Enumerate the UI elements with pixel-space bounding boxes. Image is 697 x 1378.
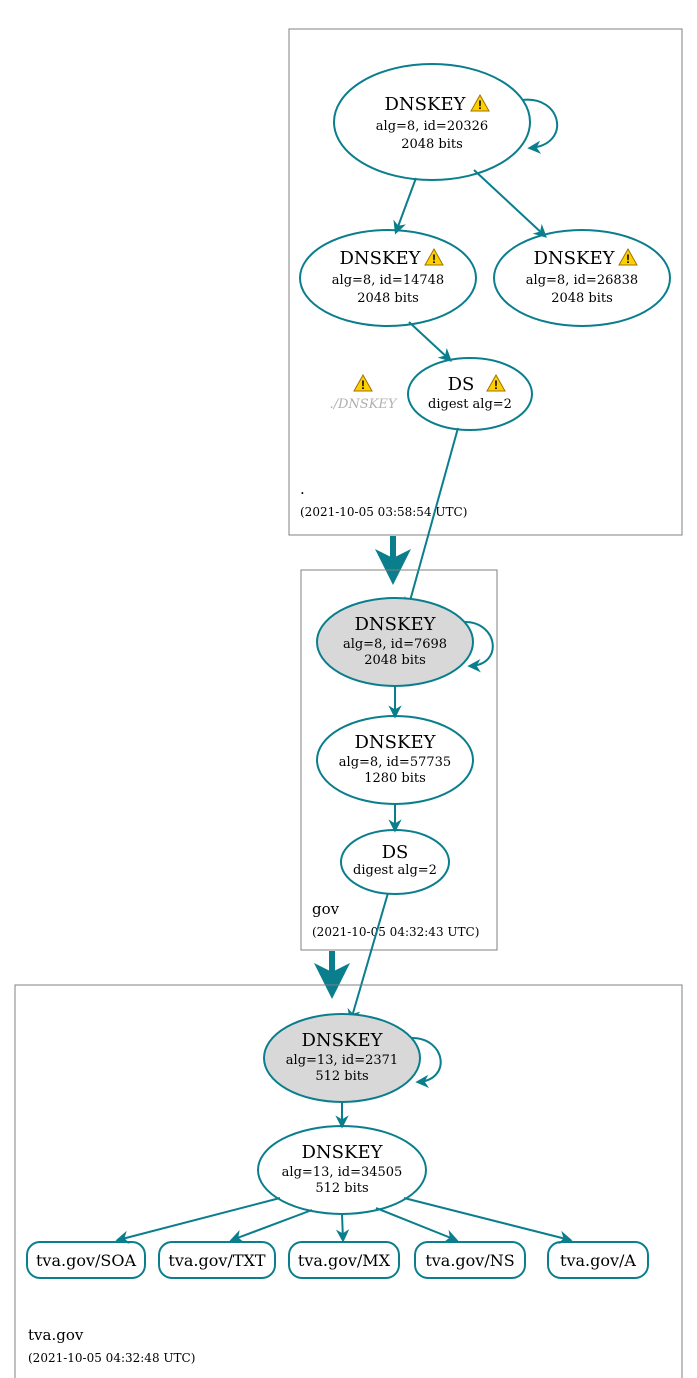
svg-text:digest alg=2: digest alg=2: [353, 863, 437, 878]
root-ds: DS digest alg=2: [408, 358, 532, 430]
svg-text:alg=8, id=57735: alg=8, id=57735: [339, 755, 451, 770]
svg-text:alg=8, id=26838: alg=8, id=26838: [526, 273, 638, 288]
root-zsk-a: DNSKEY alg=8, id=14748 2048 bits: [300, 230, 476, 326]
svg-text:tva.gov/SOA: tva.gov/SOA: [36, 1251, 136, 1270]
edge-tva-zsk-txt: [232, 1210, 312, 1240]
tva-zsk: DNSKEY alg=13, id=34505 512 bits: [258, 1126, 426, 1214]
warning-icon: [354, 375, 372, 392]
svg-text:./DNSKEY: ./DNSKEY: [330, 397, 398, 412]
svg-text:2048 bits: 2048 bits: [357, 291, 419, 306]
svg-text:512 bits: 512 bits: [315, 1069, 368, 1084]
zone-gov-label: gov: [312, 900, 340, 918]
svg-text:alg=13, id=34505: alg=13, id=34505: [282, 1165, 403, 1180]
svg-text:alg=8, id=7698: alg=8, id=7698: [343, 637, 447, 652]
svg-text:DNSKEY: DNSKEY: [302, 1142, 384, 1163]
edge-tva-zsk-ns: [376, 1208, 456, 1240]
zone-tva: tva.gov (2021-10-05 04:32:48 UTC) DNSKEY…: [15, 985, 682, 1378]
svg-text:tva.gov/TXT: tva.gov/TXT: [168, 1251, 265, 1270]
edge-tva-zsk-soa: [118, 1198, 280, 1240]
gov-zsk: DNSKEY alg=8, id=57735 1280 bits: [317, 716, 473, 804]
svg-text:DNSKEY: DNSKEY: [355, 614, 437, 635]
edge-tva-zsk-mx: [342, 1214, 343, 1240]
svg-text:DNSKEY: DNSKEY: [340, 248, 422, 269]
svg-text:digest alg=2: digest alg=2: [428, 397, 512, 412]
gov-ds: DS digest alg=2: [341, 830, 449, 894]
zone-root: . (2021-10-05 03:58:54 UTC) DNSKEY alg=8…: [289, 29, 682, 535]
svg-text:DS: DS: [382, 842, 409, 863]
zone-tva-time: (2021-10-05 04:32:48 UTC): [28, 1351, 195, 1365]
svg-text:tva.gov/NS: tva.gov/NS: [425, 1251, 514, 1270]
svg-text:DNSKEY: DNSKEY: [385, 94, 467, 115]
svg-text:DNSKEY: DNSKEY: [302, 1030, 384, 1051]
zone-gov: gov (2021-10-05 04:32:43 UTC) DNSKEY alg…: [301, 570, 497, 950]
root-zsk-b: DNSKEY alg=8, id=26838 2048 bits: [494, 230, 670, 326]
tva-rr-ns: tva.gov/NS: [415, 1242, 525, 1278]
svg-text:DNSKEY: DNSKEY: [534, 248, 616, 269]
svg-text:alg=8, id=14748: alg=8, id=14748: [332, 273, 444, 288]
edge-root-zska-ds: [409, 322, 450, 360]
zone-root-time: (2021-10-05 03:58:54 UTC): [300, 505, 467, 519]
tva-ksk: DNSKEY alg=13, id=2371 512 bits: [264, 1014, 420, 1102]
dnssec-graph: ! . (2021-10-05 03:58:54 UTC) DNSKEY alg…: [0, 0, 697, 1378]
tva-rr-soa: tva.gov/SOA: [27, 1242, 145, 1278]
svg-text:1280 bits: 1280 bits: [364, 771, 426, 786]
svg-text:2048 bits: 2048 bits: [401, 137, 463, 152]
edge-govds-tvaksk: [351, 893, 388, 1020]
svg-text:tva.gov/MX: tva.gov/MX: [298, 1251, 391, 1270]
root-ksk: DNSKEY alg=8, id=20326 2048 bits: [334, 64, 530, 180]
svg-text:alg=8, id=20326: alg=8, id=20326: [376, 119, 488, 134]
edge-root-ksk-zska: [396, 178, 416, 232]
svg-text:DNSKEY: DNSKEY: [355, 732, 437, 753]
zone-gov-time: (2021-10-05 04:32:43 UTC): [312, 925, 479, 939]
tva-rr-mx: tva.gov/MX: [289, 1242, 399, 1278]
zone-tva-label: tva.gov: [28, 1326, 84, 1344]
svg-text:512 bits: 512 bits: [315, 1181, 368, 1196]
edge-tva-zsk-a: [404, 1198, 570, 1240]
edge-root-ksk-zskb: [474, 170, 545, 236]
svg-text:alg=13, id=2371: alg=13, id=2371: [286, 1053, 398, 1068]
svg-text:DS: DS: [448, 374, 475, 395]
tva-rr-a: tva.gov/A: [548, 1242, 648, 1278]
svg-text:2048 bits: 2048 bits: [551, 291, 613, 306]
gov-ksk: DNSKEY alg=8, id=7698 2048 bits: [317, 598, 473, 686]
root-ghost-dnskey: ./DNSKEY: [330, 375, 398, 412]
tva-rr-txt: tva.gov/TXT: [159, 1242, 275, 1278]
zone-root-label: .: [300, 480, 305, 498]
svg-text:2048 bits: 2048 bits: [364, 653, 426, 668]
svg-text:tva.gov/A: tva.gov/A: [560, 1251, 636, 1270]
